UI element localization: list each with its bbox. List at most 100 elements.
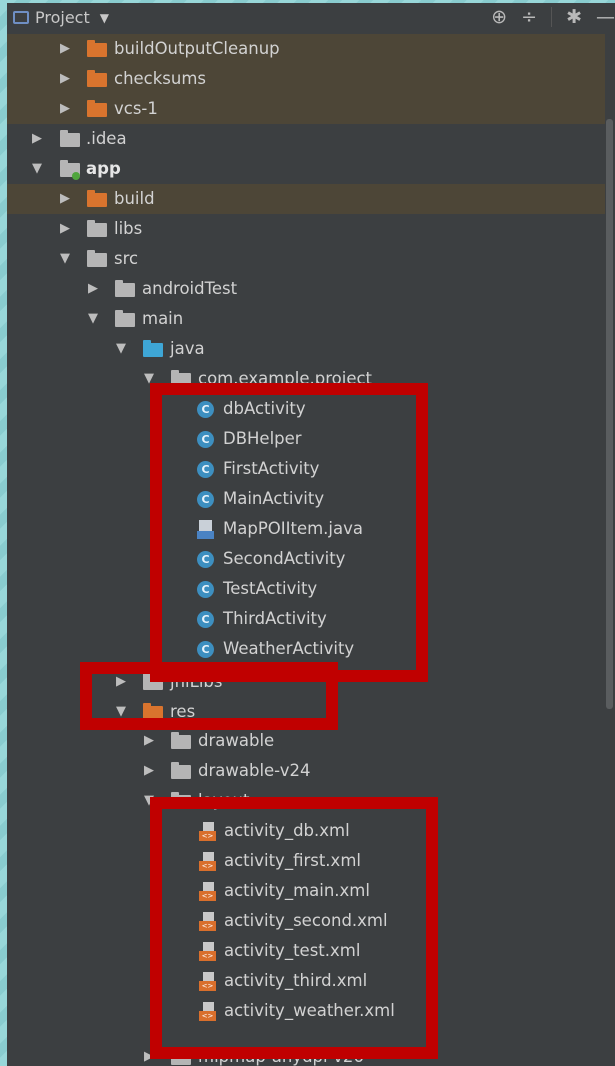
tree-item-activity-first-xml[interactable]: <> activity_first.xml <box>7 846 605 876</box>
chevron-down-icon[interactable]: ▼ <box>100 11 109 25</box>
expand-arrow-icon[interactable]: ▶ <box>60 184 70 214</box>
tree-item-label: .idea <box>86 129 127 148</box>
tree-item-libs[interactable]: ▶ libs <box>7 214 605 244</box>
folder-icon <box>87 40 107 57</box>
tree-item-label: DBHelper <box>223 429 302 448</box>
tree-item-label: layout <box>198 791 250 810</box>
collapse-arrow-icon[interactable]: ▼ <box>32 154 42 184</box>
tree-item-drawable-v24[interactable]: ▶ drawable-v24 <box>7 756 605 786</box>
tree-item-label: activity_second.xml <box>224 911 388 930</box>
tree-item-label: src <box>114 249 139 268</box>
tree-item-label: checksums <box>114 69 207 88</box>
tree-item-activity-second-xml[interactable]: <> activity_second.xml <box>7 906 605 936</box>
class-icon: C <box>197 551 214 568</box>
tree-item-label: FirstActivity <box>223 459 320 478</box>
collapse-arrow-icon[interactable]: ▼ <box>144 364 154 394</box>
collapse-arrow-icon[interactable]: ▼ <box>60 244 70 274</box>
class-icon: C <box>197 491 214 508</box>
tree-item-package[interactable]: ▼ com.example.project <box>7 364 605 394</box>
locate-target-icon[interactable]: ⊕ <box>491 6 507 28</box>
tree-item-label: jniLibs <box>170 672 223 691</box>
tree-item-activity-db-xml[interactable]: <> activity_db.xml <box>7 816 605 846</box>
project-panel: Project ▼ ⊕ ÷ ✱ — ▶ buildOutputCleanup ▶… <box>7 3 615 1066</box>
tree-item-drawable[interactable]: ▶ drawable <box>7 726 605 756</box>
hide-panel-icon[interactable]: — <box>596 6 615 28</box>
tree-item-jnilibs[interactable]: ▶ jniLibs <box>7 667 605 697</box>
expand-arrow-icon[interactable]: ▶ <box>60 34 70 64</box>
tree-item-label: app <box>86 159 121 178</box>
tree-item-label: activity_db.xml <box>224 821 350 840</box>
tree-item-secondactivity[interactable]: C SecondActivity <box>7 544 605 574</box>
tree-item-label: vcs-1 <box>114 99 158 118</box>
tree-item-label: build <box>114 189 155 208</box>
tree-item-label: SecondActivity <box>223 549 346 568</box>
java-file-icon <box>197 520 214 539</box>
scrollbar-track[interactable] <box>605 34 615 1066</box>
tree-item-app[interactable]: ▼ app <box>7 154 605 184</box>
resource-folder-icon <box>143 703 163 720</box>
expand-arrow-icon[interactable]: ▶ <box>88 274 98 304</box>
expand-arrow-icon[interactable]: ▶ <box>116 667 126 697</box>
folder-icon <box>87 100 107 117</box>
xml-file-icon: <> <box>199 882 216 901</box>
collapse-arrow-icon[interactable]: ▼ <box>88 304 98 334</box>
tree-item-java[interactable]: ▼ java <box>7 334 605 364</box>
tree-item-idea[interactable]: ▶ .idea <box>7 124 605 154</box>
project-view-selector[interactable]: Project ▼ <box>13 8 109 27</box>
tree-item-label: ThirdActivity <box>223 609 327 628</box>
tree-item-mainactivity[interactable]: C MainActivity <box>7 484 605 514</box>
tree-item-testactivity[interactable]: C TestActivity <box>7 574 605 604</box>
tree-item-androidtest[interactable]: ▶ androidTest <box>7 274 605 304</box>
expand-arrow-icon[interactable]: ▶ <box>144 726 154 756</box>
tree-item-label: activity_third.xml <box>224 971 368 990</box>
tree-item-firstactivity[interactable]: C FirstActivity <box>7 454 605 484</box>
tree-item-src[interactable]: ▼ src <box>7 244 605 274</box>
expand-arrow-icon[interactable]: ▶ <box>60 214 70 244</box>
collapse-arrow-icon[interactable]: ▼ <box>116 334 126 364</box>
project-window-icon <box>13 11 29 24</box>
tree-item-vcs-1[interactable]: ▶ vcs-1 <box>7 94 605 124</box>
collapse-all-icon[interactable]: ÷ <box>521 6 537 28</box>
tree-item-label: buildOutputCleanup <box>114 39 280 58</box>
tree-item-activity-main-xml[interactable]: <> activity_main.xml <box>7 876 605 906</box>
collapse-arrow-icon[interactable]: ▼ <box>116 697 126 727</box>
folder-icon <box>171 792 191 809</box>
scrollbar-thumb[interactable] <box>606 119 613 709</box>
folder-icon <box>87 70 107 87</box>
folder-icon <box>115 280 135 297</box>
tree-item-buildoutputcleanup[interactable]: ▶ buildOutputCleanup <box>7 34 605 64</box>
tree-item-checksums[interactable]: ▶ checksums <box>7 64 605 94</box>
tree-item-dbhelper[interactable]: C DBHelper <box>7 424 605 454</box>
xml-file-icon: <> <box>199 852 216 871</box>
tree-item-main[interactable]: ▼ main <box>7 304 605 334</box>
source-folder-icon <box>143 340 163 357</box>
tree-item-mipmap-anydpi-v26[interactable]: ▶ mipmap-anydpi-v26 <box>7 1042 605 1066</box>
project-toolbar: Project ▼ ⊕ ÷ ✱ — <box>7 3 615 35</box>
tree-item-layout[interactable]: ▼ layout <box>7 786 605 816</box>
expand-arrow-icon[interactable]: ▶ <box>144 1042 154 1066</box>
expand-arrow-icon[interactable]: ▶ <box>32 124 42 154</box>
expand-arrow-icon[interactable]: ▶ <box>60 64 70 94</box>
tree-item-label: com.example.project <box>198 369 373 388</box>
tree-item-weatheractivity[interactable]: C WeatherActivity <box>7 634 605 664</box>
tree-item-activity-third-xml[interactable]: <> activity_third.xml <box>7 966 605 996</box>
tree-item-mappoiitem[interactable]: MapPOIItem.java <box>7 514 605 544</box>
tree-item-label: libs <box>114 219 143 238</box>
xml-file-icon: <> <box>199 972 216 991</box>
tree-item-activity-weather-xml[interactable]: <> activity_weather.xml <box>7 996 605 1026</box>
tree-item-build[interactable]: ▶ build <box>7 184 605 214</box>
xml-file-icon: <> <box>199 942 216 961</box>
expand-arrow-icon[interactable]: ▶ <box>60 94 70 124</box>
tree-item-thirdactivity[interactable]: C ThirdActivity <box>7 604 605 634</box>
tree-item-label: WeatherActivity <box>223 639 355 658</box>
tree-item-dbactivity[interactable]: C dbActivity <box>7 394 605 424</box>
tree-item-res[interactable]: ▼ res <box>7 697 605 727</box>
expand-arrow-icon[interactable]: ▶ <box>144 756 154 786</box>
folder-icon <box>87 190 107 207</box>
collapse-arrow-icon[interactable]: ▼ <box>144 786 154 816</box>
tree-item-label: java <box>170 339 205 358</box>
gear-icon[interactable]: ✱ <box>566 6 582 28</box>
tree-item-label: activity_main.xml <box>224 881 370 900</box>
folder-icon <box>171 732 191 749</box>
tree-item-activity-test-xml[interactable]: <> activity_test.xml <box>7 936 605 966</box>
